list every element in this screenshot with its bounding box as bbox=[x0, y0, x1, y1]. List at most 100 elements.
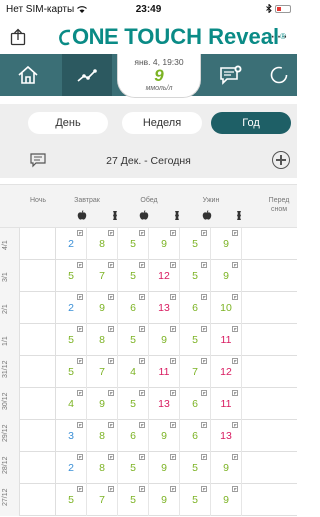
reading-cell[interactable]: 9 bbox=[211, 452, 242, 484]
nav-trend-button[interactable] bbox=[62, 54, 112, 96]
reading-cell[interactable]: 6 bbox=[118, 420, 149, 452]
reading-cell[interactable]: 6 bbox=[118, 292, 149, 324]
night-cell[interactable] bbox=[20, 260, 56, 292]
reading-cell[interactable]: 7 bbox=[180, 356, 211, 388]
tab-day[interactable]: День bbox=[28, 112, 108, 134]
reading-cell[interactable]: 2 bbox=[56, 292, 87, 324]
reading-cell[interactable]: 2 bbox=[56, 228, 87, 260]
reading-cell[interactable]: 9 bbox=[87, 292, 118, 324]
night-cell[interactable] bbox=[20, 484, 56, 516]
table-row[interactable]: 31/12 5 7 4 11 7 12 bbox=[0, 356, 297, 388]
night-cell[interactable] bbox=[20, 356, 56, 388]
bedtime-cell[interactable] bbox=[261, 356, 297, 388]
table-row[interactable]: 2/1 2 9 6 13 6 10 bbox=[0, 292, 297, 324]
reading-value-text: 7 bbox=[99, 270, 105, 282]
bedtime-cell[interactable] bbox=[261, 452, 297, 484]
more-icon[interactable]: ··· bbox=[270, 28, 289, 46]
reading-cell[interactable]: 9 bbox=[149, 484, 180, 516]
reading-value-text: 6 bbox=[130, 430, 136, 442]
reading-cell[interactable]: 6 bbox=[180, 292, 211, 324]
reading-cell[interactable]: 5 bbox=[180, 452, 211, 484]
reading-cell[interactable]: 5 bbox=[180, 260, 211, 292]
reading-cell[interactable]: 12 bbox=[149, 260, 180, 292]
reading-cell[interactable]: 7 bbox=[87, 260, 118, 292]
reading-cell[interactable]: 9 bbox=[211, 228, 242, 260]
bedtime-cell[interactable] bbox=[261, 324, 297, 356]
bedtime-cell[interactable] bbox=[261, 292, 297, 324]
tab-year[interactable]: Год bbox=[211, 112, 291, 134]
latest-reading-card[interactable]: янв. 4, 19:30 9 ммоль/л bbox=[117, 54, 201, 98]
night-cell[interactable] bbox=[20, 324, 56, 356]
table-row[interactable]: 27/12 5 7 5 9 5 9 bbox=[0, 484, 297, 516]
reading-cell[interactable]: 9 bbox=[149, 228, 180, 260]
reading-cell[interactable]: 3 bbox=[56, 420, 87, 452]
table-row[interactable]: 30/12 4 9 5 13 6 11 bbox=[0, 388, 297, 420]
app-logo: ONE TOUCH Reveal ® bbox=[58, 24, 286, 50]
reading-cell[interactable]: 13 bbox=[211, 420, 242, 452]
reading-cell[interactable]: 9 bbox=[149, 420, 180, 452]
reading-cell[interactable]: 8 bbox=[87, 228, 118, 260]
reading-cell[interactable]: 11 bbox=[149, 356, 180, 388]
reading-cell[interactable]: 5 bbox=[56, 324, 87, 356]
reading-cell[interactable]: 5 bbox=[180, 484, 211, 516]
night-cell[interactable] bbox=[20, 228, 56, 260]
reading-cell[interactable]: 4 bbox=[56, 388, 87, 420]
reading-cell[interactable]: 5 bbox=[118, 452, 149, 484]
share-icon[interactable] bbox=[10, 28, 26, 46]
table-row[interactable]: 4/1 2 8 5 9 5 9 bbox=[0, 228, 297, 260]
meal-tag-icon bbox=[232, 422, 238, 428]
reading-cell[interactable]: 4 bbox=[118, 356, 149, 388]
reading-cell[interactable]: 5 bbox=[118, 484, 149, 516]
reading-cell[interactable]: 9 bbox=[149, 452, 180, 484]
night-cell[interactable] bbox=[20, 292, 56, 324]
bedtime-cell[interactable] bbox=[261, 228, 297, 260]
reading-cell[interactable]: 13 bbox=[149, 388, 180, 420]
reading-cell[interactable]: 7 bbox=[87, 356, 118, 388]
reading-cell[interactable]: 9 bbox=[87, 388, 118, 420]
add-icon[interactable] bbox=[272, 151, 290, 169]
night-cell[interactable] bbox=[20, 420, 56, 452]
row-date-label: 3/1 bbox=[2, 272, 9, 282]
reading-cell[interactable]: 8 bbox=[87, 324, 118, 356]
nav-sync-button[interactable] bbox=[260, 54, 297, 96]
reading-value-text: 6 bbox=[192, 398, 198, 410]
reading-cell[interactable]: 7 bbox=[87, 484, 118, 516]
reading-cell[interactable]: 6 bbox=[180, 420, 211, 452]
reading-cell[interactable]: 5 bbox=[56, 484, 87, 516]
night-cell[interactable] bbox=[20, 452, 56, 484]
bedtime-cell[interactable] bbox=[261, 420, 297, 452]
reading-cell[interactable]: 9 bbox=[211, 260, 242, 292]
reading-cell[interactable]: 9 bbox=[211, 484, 242, 516]
table-row[interactable]: 1/1 5 8 5 9 5 11 bbox=[0, 324, 297, 356]
night-cell[interactable] bbox=[20, 388, 56, 420]
reading-cell[interactable]: 11 bbox=[211, 324, 242, 356]
reading-cell[interactable]: 5 bbox=[118, 388, 149, 420]
reading-cell[interactable]: 2 bbox=[56, 452, 87, 484]
reading-cell[interactable]: 11 bbox=[211, 388, 242, 420]
bedtime-cell[interactable] bbox=[261, 484, 297, 516]
nav-home-button[interactable] bbox=[0, 54, 55, 96]
reading-cell[interactable]: 10 bbox=[211, 292, 242, 324]
reading-cell[interactable]: 5 bbox=[56, 260, 87, 292]
reading-cell[interactable]: 5 bbox=[180, 324, 211, 356]
reading-cell[interactable]: 6 bbox=[180, 388, 211, 420]
reading-cell[interactable]: 5 bbox=[56, 356, 87, 388]
bedtime-cell[interactable] bbox=[261, 388, 297, 420]
reading-cell[interactable]: 12 bbox=[211, 356, 242, 388]
table-row[interactable]: 3/1 5 7 5 12 5 9 bbox=[0, 260, 297, 292]
nav-messages-button[interactable] bbox=[206, 54, 256, 96]
meal-tag-icon bbox=[108, 294, 114, 300]
reading-cell[interactable]: 8 bbox=[87, 452, 118, 484]
reading-cell[interactable]: 5 bbox=[180, 228, 211, 260]
reading-cell[interactable]: 8 bbox=[87, 420, 118, 452]
reading-cell[interactable]: 13 bbox=[149, 292, 180, 324]
reading-cell[interactable]: 9 bbox=[149, 324, 180, 356]
reading-cell[interactable]: 5 bbox=[118, 228, 149, 260]
bedtime-cell[interactable] bbox=[261, 260, 297, 292]
reading-cell[interactable]: 5 bbox=[118, 260, 149, 292]
table-row[interactable]: 28/12 2 8 5 9 5 9 bbox=[0, 452, 297, 484]
reading-cell[interactable]: 5 bbox=[118, 324, 149, 356]
tab-week[interactable]: Неделя bbox=[122, 112, 202, 134]
meal-tag-icon bbox=[201, 262, 207, 268]
table-row[interactable]: 29/12 3 8 6 9 6 13 bbox=[0, 420, 297, 452]
